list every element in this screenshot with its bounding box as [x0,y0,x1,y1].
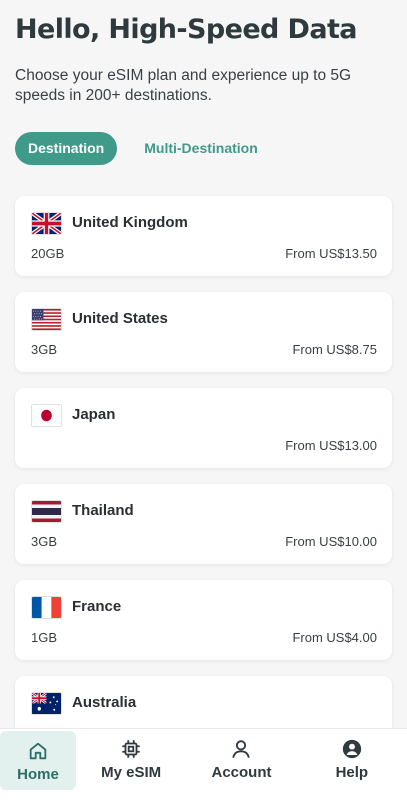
tab-destination[interactable]: Destination [15,132,118,165]
us-flag-icon [31,308,62,331]
destination-tabs: Destination Multi-Destination [15,132,258,165]
nav-item-my-esim[interactable]: My eSIM [76,729,186,800]
price: From US$8.75 [292,342,377,357]
country-name: Thailand [72,502,134,519]
destination-card-thailand[interactable]: Thailand 3GB From US$10.00 [15,484,392,564]
destination-card-japan[interactable]: Japan From US$13.00 [15,388,392,468]
nav-item-help[interactable]: Help [297,729,407,800]
country-name: Japan [72,406,116,423]
price: From US$13.50 [285,246,377,261]
home-icon [29,742,47,760]
thailand-flag-icon [31,500,62,523]
user-icon [232,740,251,758]
data-amount: 20GB [31,246,65,261]
nav-label: Account [211,764,272,781]
japan-flag-icon [31,404,62,427]
country-name: United Kingdom [72,214,188,231]
data-amount: 3GB [31,534,58,549]
nav-label: Help [335,764,369,781]
country-name: United States [72,310,168,327]
price: From US$4.00 [292,630,377,645]
help-icon [342,739,361,759]
destination-card-united-states[interactable]: United States 3GB From US$8.75 [15,292,392,372]
country-name: France [72,598,122,615]
page-title: Hello, High-Speed Data [15,14,358,45]
bottom-nav: Home My eSIM Account Help [0,728,407,800]
home-screen: Hello, High-Speed Data Choose your eSIM … [0,0,407,800]
france-flag-icon [31,596,62,619]
data-amount: 3GB [31,342,58,357]
uk-flag-icon [31,212,62,235]
data-amount: 1GB [31,630,58,645]
destination-card-united-kingdom[interactable]: United Kingdom 20GB From US$13.50 [15,196,392,276]
price: From US$10.00 [285,534,377,549]
destination-card-france[interactable]: France 1GB From US$4.00 [15,580,392,660]
page-subtitle: Choose your eSIM plan and experience up … [15,67,352,104]
australia-flag-icon [31,692,62,715]
nav-item-account[interactable]: Account [186,729,296,800]
chip-icon [122,740,140,758]
nav-item-home[interactable]: Home [0,731,76,790]
destination-list: United Kingdom 20GB From US$13.50 United… [15,196,392,772]
country-name: Australia [72,694,137,711]
price: From US$13.00 [285,438,377,453]
tab-multi-destination[interactable]: Multi-Destination [144,132,258,165]
nav-label: Home [17,766,59,783]
nav-label: My eSIM [101,764,162,781]
